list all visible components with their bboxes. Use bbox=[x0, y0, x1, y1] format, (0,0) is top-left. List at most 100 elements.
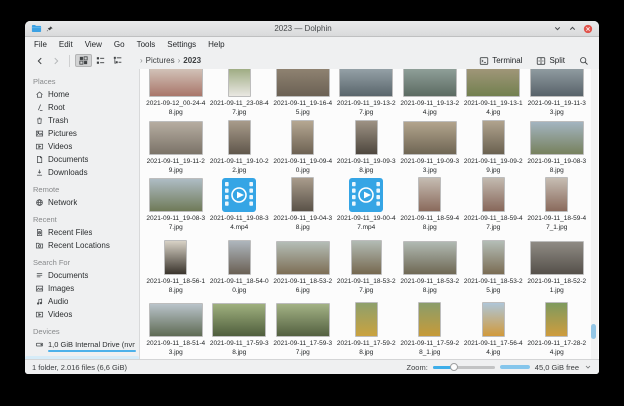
file-item[interactable]: 2021-09-11_17-59-37.jpg bbox=[271, 301, 335, 359]
photo-thumbnail bbox=[403, 121, 457, 155]
file-item[interactable]: 2021-09-11_19-10-22.jpg bbox=[208, 119, 272, 177]
file-item[interactable]: 2021-09-11_19-08-38.jpg bbox=[525, 119, 589, 177]
pin-icon[interactable] bbox=[46, 25, 54, 33]
zoom-slider[interactable] bbox=[433, 363, 495, 371]
file-item[interactable]: 2021-09-11_18-56-18.jpg bbox=[144, 239, 208, 297]
file-item[interactable]: 2021-09-11_18-59-47.jpg bbox=[462, 176, 526, 234]
photo-thumbnail bbox=[530, 241, 584, 275]
file-item[interactable]: 2021-09-11_17-59-28_1.jpg bbox=[398, 301, 462, 359]
sidebar-item-documents[interactable]: Documents bbox=[25, 153, 139, 166]
sidebar-item-home[interactable]: Home bbox=[25, 88, 139, 101]
file-item[interactable]: 2021-09-11_19-09-40.jpg bbox=[271, 119, 335, 177]
breadcrumb-item-pictures[interactable]: Pictures bbox=[146, 56, 175, 65]
photo-thumbnail bbox=[149, 121, 203, 155]
file-item[interactable]: 2021-09-11_18-53-28.jpg bbox=[398, 239, 462, 297]
file-item[interactable]: 2021-09-11_19-13-14.jpg bbox=[462, 69, 526, 119]
menu-go[interactable]: Go bbox=[108, 39, 131, 50]
file-item[interactable]: 2021-09-11_18-52-21.jpg bbox=[525, 239, 589, 297]
file-item[interactable]: 2021-09-11_19-08-34.mp4 bbox=[208, 176, 272, 234]
search-icon bbox=[579, 56, 589, 66]
menu-view[interactable]: View bbox=[79, 39, 108, 50]
file-item[interactable]: 2021-09-11_18-53-26.jpg bbox=[271, 239, 335, 297]
menu-tools[interactable]: Tools bbox=[131, 39, 162, 50]
breadcrumb-item-2023[interactable]: 2023 bbox=[183, 56, 201, 65]
file-item[interactable]: 2021-09-11_18-59-47_1.jpg bbox=[525, 176, 589, 234]
file-item[interactable]: 2021-09-11_19-08-37.jpg bbox=[144, 176, 208, 234]
breadcrumb-chevron-icon[interactable]: › bbox=[178, 56, 181, 65]
file-item[interactable]: 2021-09-11_23-08-47.jpg bbox=[208, 69, 272, 119]
statusbar-chevron-down-icon[interactable] bbox=[584, 363, 592, 371]
sidebar-item-images[interactable]: Images bbox=[25, 282, 139, 295]
forward-button[interactable] bbox=[48, 55, 64, 67]
sidebar-item-audio[interactable]: Audio bbox=[25, 295, 139, 308]
file-item[interactable]: 2021-09-11_17-28-24.jpg bbox=[525, 301, 589, 359]
file-item[interactable]: 2021-09-11_19-11-33.jpg bbox=[525, 69, 589, 119]
file-name: 2021-09-11_19-16-45.jpg bbox=[272, 100, 334, 119]
sidebar-section-recent: RecentRecent FilesRecent Locations bbox=[25, 212, 139, 252]
menu-edit[interactable]: Edit bbox=[53, 39, 79, 50]
file-item[interactable]: 2021-09-11_19-00-47.mp4 bbox=[335, 176, 399, 234]
file-name: 2021-09-11_23-08-47.jpg bbox=[208, 100, 270, 119]
titlebar[interactable]: 2023 — Dolphin bbox=[25, 21, 599, 37]
menu-file[interactable]: File bbox=[28, 39, 53, 50]
file-grid-row: 2021-09-11_18-56-18.jpg2021-09-11_18-54-… bbox=[144, 239, 589, 297]
file-item[interactable]: 2021-09-11_19-11-29.jpg bbox=[144, 119, 208, 177]
sidebar-section-places: PlacesHomeRootTrashPicturesVideosDocumen… bbox=[25, 74, 139, 179]
scrollbar-thumb[interactable] bbox=[591, 324, 596, 339]
scrollbar-track[interactable] bbox=[591, 69, 598, 359]
sidebar-item-videos[interactable]: Videos bbox=[25, 308, 139, 321]
sidebar-item-label: Audio bbox=[48, 297, 68, 306]
file-item[interactable]: 2021-09-11_19-09-33.jpg bbox=[398, 119, 462, 177]
free-space-bar bbox=[500, 365, 530, 370]
file-item[interactable]: 2021-09-11_17-56-44.jpg bbox=[462, 301, 526, 359]
icons-view-button[interactable] bbox=[75, 54, 92, 67]
file-item[interactable]: 2021-09-11_19-13-24.jpg bbox=[398, 69, 462, 119]
sidebar-item-documents[interactable]: Documents bbox=[25, 269, 139, 282]
sidebar-item-recent-files[interactable]: Recent Files bbox=[25, 226, 139, 239]
sidebar-item-downloads[interactable]: Downloads bbox=[25, 166, 139, 179]
file-view[interactable]: 2021-09-12_00-24-48.jpg2021-09-11_23-08-… bbox=[140, 69, 599, 359]
file-item[interactable]: 2021-09-11_18-53-27.jpg bbox=[335, 239, 399, 297]
breadcrumb-chevron-icon[interactable]: › bbox=[140, 56, 143, 65]
sidebar-item-network[interactable]: Network bbox=[25, 196, 139, 209]
split-button[interactable]: Split bbox=[533, 55, 568, 67]
file-item[interactable]: 2021-09-11_19-13-27.jpg bbox=[335, 69, 399, 119]
file-item[interactable]: 2021-09-11_18-54-00.jpg bbox=[208, 239, 272, 297]
file-item[interactable]: 2021-09-11_19-09-38.jpg bbox=[335, 119, 399, 177]
compact-view-button[interactable] bbox=[92, 54, 109, 67]
file-item[interactable]: 2021-09-11_19-04-38.jpg bbox=[271, 176, 335, 234]
details-view-button[interactable] bbox=[109, 54, 126, 67]
zoom-slider-handle[interactable] bbox=[450, 363, 458, 371]
file-item[interactable]: 2021-09-11_19-16-45.jpg bbox=[271, 69, 335, 119]
menu-settings[interactable]: Settings bbox=[161, 39, 202, 50]
video-icon bbox=[35, 142, 44, 151]
file-item[interactable]: 2021-09-11_19-09-29.jpg bbox=[462, 119, 526, 177]
photo-thumbnail bbox=[276, 303, 330, 337]
file-item[interactable]: 2021-09-11_17-59-38.jpg bbox=[208, 301, 272, 359]
file-item[interactable]: 2021-09-11_18-53-25.jpg bbox=[462, 239, 526, 297]
minimize-button[interactable] bbox=[552, 23, 563, 34]
terminal-button[interactable]: Terminal bbox=[476, 55, 525, 67]
file-item[interactable]: 2021-09-11_18-59-48.jpg bbox=[398, 176, 462, 234]
back-button[interactable] bbox=[32, 55, 48, 67]
file-item[interactable]: 2021-09-11_18-51-43.jpg bbox=[144, 301, 208, 359]
sidebar-item-pictures[interactable]: Pictures bbox=[25, 127, 139, 140]
sidebar-item-recent-locations[interactable]: Recent Locations bbox=[25, 239, 139, 252]
terminal-icon bbox=[479, 56, 489, 66]
sidebar-item-trash[interactable]: Trash bbox=[25, 114, 139, 127]
sidebar-item-label: Pictures bbox=[48, 129, 77, 138]
file-item[interactable]: 2021-09-12_00-24-48.jpg bbox=[144, 69, 208, 119]
statusbar: 1 folder, 2.016 files (6,6 GiB) Zoom: 45… bbox=[25, 359, 599, 374]
file-item[interactable]: 2021-09-11_17-59-28.jpg bbox=[335, 301, 399, 359]
image-search-icon bbox=[35, 284, 44, 293]
maximize-button[interactable] bbox=[567, 23, 578, 34]
search-button[interactable] bbox=[576, 55, 592, 67]
sidebar-item-videos[interactable]: Videos bbox=[25, 140, 139, 153]
sidebar-item-root[interactable]: Root bbox=[25, 101, 139, 114]
window-title: 2023 — Dolphin bbox=[58, 24, 548, 33]
close-button[interactable] bbox=[582, 23, 593, 34]
video-thumbnail-icon bbox=[349, 178, 383, 212]
sidebar-item-1-0-gib-internal-drive-nvme0n[interactable]: 1,0 GiB Internal Drive (nvme0n… bbox=[25, 338, 139, 356]
menu-help[interactable]: Help bbox=[202, 39, 230, 50]
sidebar-item-label: Downloads bbox=[48, 168, 88, 177]
